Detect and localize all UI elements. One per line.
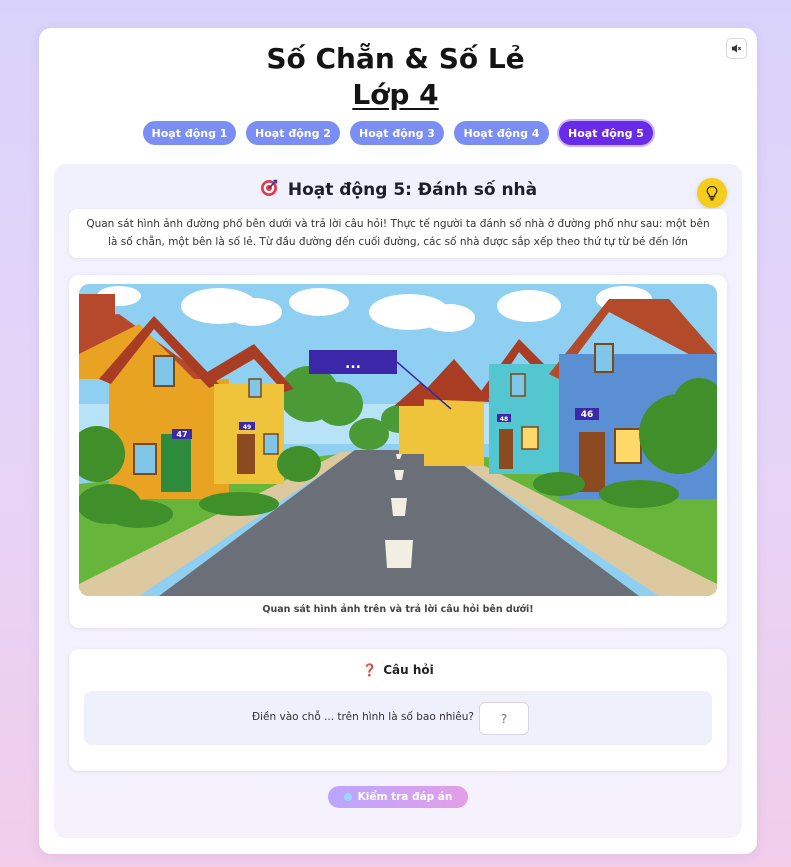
house-number-47: 47 [176,430,187,439]
target-icon [260,179,278,204]
check-answer-button[interactable]: Kiểm tra đáp án [328,786,468,808]
question-heading: ❓ Câu hỏi [69,663,727,677]
tab-activity-2[interactable]: Hoạt động 2 [246,121,340,145]
street-scene-image: 47 49 48 46 ... [79,284,717,596]
tab-activity-5[interactable]: Hoạt động 5 [559,121,653,145]
tab-activity-1[interactable]: Hoạt động 1 [143,121,236,145]
activity-tabs: Hoạt động 1 Hoạt động 2 Hoạt động 3 Hoạt… [0,121,791,145]
check-answer-label: Kiểm tra đáp án [357,791,453,803]
question-mark-icon: ❓ [362,663,378,677]
page-title: Số Chẵn & Số Lẻ [266,42,525,75]
page-subtitle: Lớp 4 [352,78,439,111]
activity-title-text: Hoạt động 5: Đánh số nhà [287,180,538,200]
question-text: Điền vào chỗ ... trên hình là số bao nhi… [251,711,474,723]
activity-title: Hoạt động 5: Đánh số nhà [0,178,791,204]
image-caption: Quan sát hình ảnh trên và trả lời câu hỏ… [262,604,534,615]
question-heading-text: Câu hỏi [383,663,434,677]
activity-intro: Quan sát hình ảnh đường phố bên dưới và … [69,209,727,258]
answer-input[interactable] [479,702,529,735]
tab-activity-3[interactable]: Hoạt động 3 [350,121,444,145]
lightbulb-icon [706,185,718,201]
hint-button[interactable] [697,178,727,208]
house-number-48: 48 [500,416,508,423]
missing-number-callout: ... [345,356,361,372]
house-number-46: 46 [581,410,594,420]
house-number-49: 49 [243,424,251,431]
check-icon [343,793,352,801]
tab-activity-4[interactable]: Hoạt động 4 [454,121,549,145]
